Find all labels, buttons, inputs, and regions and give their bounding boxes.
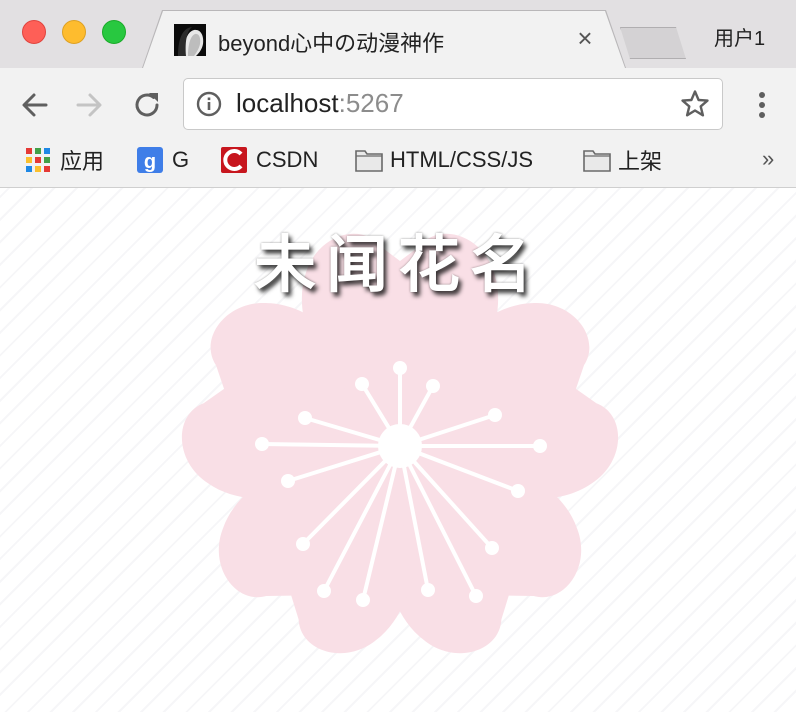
- folder-icon: [354, 146, 383, 174]
- google-icon: g: [136, 146, 164, 174]
- bookmark-label: 上架: [618, 149, 663, 174]
- page-content: 未闻花名: [0, 188, 796, 712]
- tab-favicon-icon: [174, 24, 206, 56]
- minimize-window-button[interactable]: [62, 20, 86, 44]
- svg-text:g: g: [144, 151, 156, 173]
- bookmark-folder-html[interactable]: HTML/CSS/JS: [354, 145, 533, 175]
- page-heading: 未闻花名: [253, 228, 542, 301]
- forward-arrow-icon[interactable]: [72, 88, 106, 122]
- bookmark-label: 应用: [60, 149, 105, 174]
- info-icon[interactable]: [196, 91, 222, 117]
- bookmark-csdn[interactable]: CSDN: [220, 145, 318, 175]
- bookmark-label: CSDN: [256, 147, 319, 172]
- close-window-button[interactable]: [22, 20, 46, 44]
- folder-icon: [582, 146, 611, 174]
- url-host: localhost: [236, 88, 339, 118]
- bookmark-google[interactable]: g G: [136, 145, 189, 175]
- bookmarks-overflow-icon[interactable]: »: [762, 146, 774, 172]
- url-text[interactable]: localhost:5267: [236, 88, 404, 119]
- url-port: :5267: [338, 88, 404, 118]
- bookmark-star-icon[interactable]: [680, 89, 710, 119]
- csdn-icon: [220, 146, 248, 174]
- bookmark-label: HTML/CSS/JS: [390, 147, 534, 172]
- bookmark-label: G: [172, 147, 190, 172]
- profile-button[interactable]: 用户1: [714, 22, 765, 51]
- bookmark-folder-shelf[interactable]: 上架: [582, 145, 662, 175]
- apps-grid-icon: [24, 146, 52, 174]
- reload-icon[interactable]: [130, 88, 164, 122]
- tab-title[interactable]: beyond心中の动漫神作: [218, 26, 444, 58]
- zoom-window-button[interactable]: [102, 20, 126, 44]
- back-arrow-icon[interactable]: [18, 88, 52, 122]
- tab-close-icon[interactable]: ×: [572, 24, 598, 52]
- bookmark-apps[interactable]: 应用: [24, 145, 104, 175]
- menu-kebab-icon[interactable]: [752, 88, 772, 122]
